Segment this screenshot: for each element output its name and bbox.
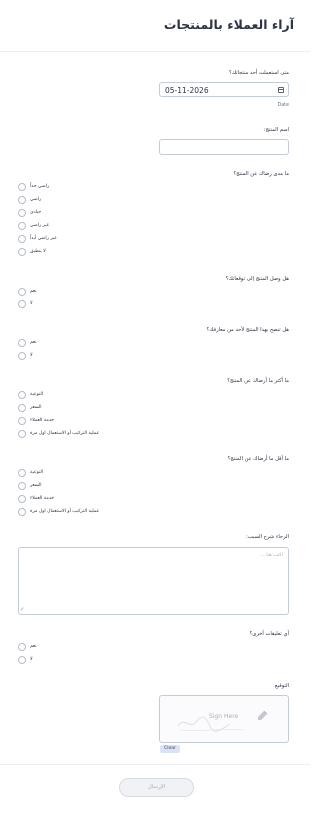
satisfaction-question-label: ما مدى رضاك عن المنتج؟: [233, 171, 289, 177]
radio-button[interactable]: [18, 656, 26, 664]
option-label: النوعية: [30, 392, 44, 397]
most-liked-question-label: ما أكثر ما أرضاك عن المنتج؟: [227, 378, 289, 384]
option-label: نعم: [30, 340, 37, 345]
radio-button[interactable]: [18, 339, 26, 347]
radio-button[interactable]: [18, 643, 26, 651]
pen-icon: [258, 710, 268, 720]
option-label: السعر: [30, 405, 42, 410]
radio-button[interactable]: [18, 352, 26, 360]
form-title: آراء العملاء بالمنتجات: [163, 17, 294, 32]
radio-button[interactable]: [18, 300, 26, 308]
option-label: نعم: [30, 644, 37, 649]
date-sublabel: Date: [277, 103, 289, 108]
comments-question-label: أي تعليقات أخرى؟: [249, 631, 289, 637]
option-label: لا ينطبق: [30, 249, 46, 254]
option-label: راضي: [30, 197, 42, 202]
radio-button[interactable]: [18, 495, 26, 503]
radio-button[interactable]: [18, 222, 26, 230]
option-label: النوعية: [30, 470, 44, 475]
option-label: لا: [30, 301, 33, 306]
radio-button[interactable]: [18, 235, 26, 243]
option-label: خدمة العملاء: [30, 496, 55, 501]
radio-button[interactable]: [18, 417, 26, 425]
textarea-placeholder: اكتب هنا ...: [260, 553, 283, 558]
recommend-question-label: هل تنصح بهذا المنتج لأحد من معارفك؟: [206, 327, 289, 333]
signature-label: التوقيع: [274, 683, 289, 689]
option-label: عملية التركيب أو الاستعمال اول مرة: [30, 431, 100, 436]
option-label: لا: [30, 353, 33, 358]
option-label: خدمة العملاء: [30, 418, 55, 423]
radio-button[interactable]: [18, 248, 26, 256]
reason-textarea[interactable]: اكتب هنا ...: [18, 547, 289, 615]
resize-grip-icon[interactable]: [20, 607, 26, 613]
radio-button[interactable]: [18, 196, 26, 204]
expectations-question-label: هل وصل المنتج إلى توقعاتك؟: [225, 276, 289, 282]
radio-button[interactable]: [18, 469, 26, 477]
option-label: حيادي: [30, 210, 42, 215]
option-label: غير راضي: [30, 223, 50, 228]
radio-button[interactable]: [18, 508, 26, 516]
option-label: عملية التركيب أو الاستعمال اول مرة: [30, 509, 100, 514]
radio-button[interactable]: [18, 482, 26, 490]
signature-scribble: [177, 716, 245, 732]
product-name-label: اسم المنتج:: [263, 127, 289, 133]
submit-button[interactable]: الإرسال: [119, 778, 194, 797]
clear-signature-button[interactable]: Clear: [160, 745, 180, 753]
option-label: نعم: [30, 289, 37, 294]
radio-button[interactable]: [18, 391, 26, 399]
option-label: لا: [30, 657, 33, 662]
radio-button[interactable]: [18, 430, 26, 438]
form-header: آراء العملاء بالمنتجات: [0, 0, 310, 52]
calendar-icon[interactable]: [278, 87, 284, 93]
radio-button[interactable]: [18, 183, 26, 191]
product-name-input[interactable]: [159, 139, 289, 155]
signature-pad[interactable]: Sign Here: [159, 695, 289, 743]
radio-button[interactable]: [18, 209, 26, 217]
least-liked-question-label: ما أقل ما أرضاك عن المنتج؟: [227, 456, 289, 462]
footer-divider: [0, 764, 310, 765]
date-input[interactable]: 05-11-2026: [159, 82, 289, 97]
option-label: غير راضي أبداً: [30, 236, 57, 241]
signature-placeholder: Sign Here: [209, 713, 239, 720]
option-label: راضي جداً: [30, 184, 50, 189]
date-value: 05-11-2026: [165, 86, 209, 95]
option-label: السعر: [30, 483, 42, 488]
radio-button[interactable]: [18, 288, 26, 296]
radio-button[interactable]: [18, 404, 26, 412]
date-question-label: متى استعملت أحد منتجاتك؟: [228, 70, 289, 76]
reason-question-label: الرجاء شرح السبب:: [245, 534, 289, 540]
